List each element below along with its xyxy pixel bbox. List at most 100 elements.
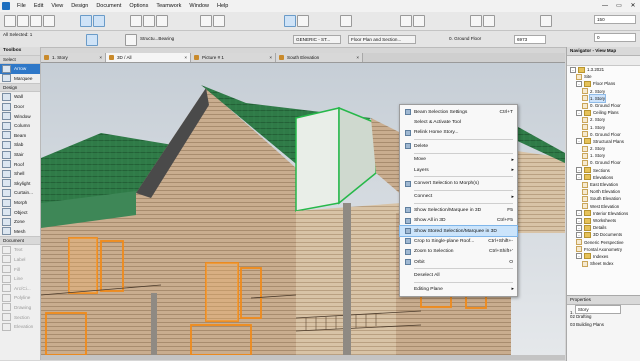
menu-item-delete[interactable]: Delete bbox=[400, 141, 517, 151]
menu-item-show-all-in-3d[interactable]: Show All in 3D Ctrl+F5 bbox=[400, 216, 517, 226]
grid-snap-icon[interactable] bbox=[200, 15, 212, 27]
zoom-out-icon[interactable] bbox=[483, 15, 495, 27]
tree-item-elevations[interactable]: − Elevations bbox=[567, 174, 640, 181]
tool-wall[interactable]: Wall bbox=[0, 92, 40, 102]
collapse-toggle-icon[interactable]: − bbox=[570, 66, 576, 73]
tool-label[interactable]: Label bbox=[0, 255, 40, 265]
menu-file[interactable]: File bbox=[13, 0, 30, 12]
tool-fill[interactable]: Fill bbox=[0, 264, 40, 274]
render-icon[interactable] bbox=[400, 15, 412, 27]
value-top-field[interactable]: 150 bbox=[594, 15, 636, 24]
close-tab-icon[interactable]: × bbox=[95, 53, 102, 62]
tool-elevation[interactable]: Elevation bbox=[0, 322, 40, 332]
tree-item-interior-elevations[interactable]: − Interior Elevations bbox=[567, 210, 640, 217]
tree-item-structural-plans[interactable]: − Structural Plans bbox=[567, 138, 640, 145]
publish-icon[interactable] bbox=[413, 15, 425, 27]
menu-item-show-selection-marquee-in-3d[interactable]: Show Selection/Marquee in 3D F5 bbox=[400, 205, 517, 215]
tree-item-sheet-index[interactable]: Sheet Index bbox=[567, 260, 640, 267]
menu-window[interactable]: Window bbox=[185, 0, 213, 12]
tree-item-frontal-axonometry[interactable]: Frontal Axonometry bbox=[567, 246, 640, 253]
menu-document[interactable]: Document bbox=[92, 0, 125, 12]
collapse-toggle-icon[interactable]: − bbox=[576, 109, 582, 116]
tool-curtain[interactable]: Curtain... bbox=[0, 188, 40, 198]
property-row[interactable]: 02 Drafting bbox=[567, 313, 640, 321]
menu-item-show-stored-selection-marquee-in-3d[interactable]: Show Stored Selection/Marquee in 3D bbox=[399, 224, 518, 238]
toolbox-document-section[interactable]: Document bbox=[0, 236, 40, 246]
tree-item-0-ground-floor[interactable]: 0. Ground Floor bbox=[567, 102, 640, 109]
toolbox-select-section[interactable]: Select bbox=[0, 55, 40, 64]
tree-item-ceiling-plans[interactable]: − Ceiling Plans bbox=[567, 109, 640, 116]
gravity-icon[interactable] bbox=[284, 15, 296, 27]
tool-line[interactable]: Line bbox=[0, 274, 40, 284]
tool-shell[interactable]: Shell bbox=[0, 169, 40, 179]
menu-item-crop-to-single-plane-roof[interactable]: Crop to Single-plane Roof... Ctrl+Shift+- bbox=[400, 236, 517, 246]
tool-door[interactable]: Door bbox=[0, 102, 40, 112]
tool-object[interactable]: Object bbox=[0, 207, 40, 217]
3d-window-icon[interactable] bbox=[93, 15, 105, 27]
menu-options[interactable]: Options bbox=[125, 0, 152, 12]
tree-item-1-story[interactable]: 1. Story bbox=[567, 152, 640, 159]
tab-picture-1[interactable]: Picture # 1 × bbox=[191, 53, 276, 62]
menu-item-convert-selection-to-morph-s[interactable]: Convert Selection to Morph(s) bbox=[400, 178, 517, 188]
tree-item-sections[interactable]: − Sections bbox=[567, 167, 640, 174]
tree-item-2-story[interactable]: 2. Story bbox=[567, 88, 640, 95]
zoom-in-icon[interactable] bbox=[470, 15, 482, 27]
tool-text[interactable]: Text bbox=[0, 245, 40, 255]
tree-item-west-elevation[interactable]: West Elevation bbox=[567, 203, 640, 210]
menu-item-layers[interactable]: Layers ▸ bbox=[400, 165, 517, 175]
collapse-toggle-icon[interactable]: − bbox=[576, 224, 582, 231]
guide-lines-icon[interactable] bbox=[213, 15, 225, 27]
menu-item-editing-plane[interactable]: Editing Plane ▸ bbox=[400, 284, 517, 294]
tree-item-east-elevation[interactable]: East Elevation bbox=[567, 181, 640, 188]
collapse-toggle-icon[interactable]: − bbox=[576, 80, 582, 87]
tree-item-2-story[interactable]: 2. Story bbox=[567, 116, 640, 123]
tree-item-0-ground-floor[interactable]: 0. Ground Floor bbox=[567, 131, 640, 138]
layers-icon[interactable] bbox=[143, 15, 155, 27]
tool-arc-ci[interactable]: Arc/Ci... bbox=[0, 283, 40, 293]
tab-1-story[interactable]: 1. Story × bbox=[41, 53, 106, 62]
structure-dropdown[interactable]: Structu...Bearing bbox=[138, 35, 192, 42]
beam-structure-icon[interactable] bbox=[125, 34, 137, 46]
geometry-method-icon[interactable] bbox=[86, 34, 98, 46]
collapse-toggle-icon[interactable]: − bbox=[576, 138, 582, 145]
tree-item-south-elevation[interactable]: South Elevation bbox=[567, 195, 640, 202]
menu-item-orbit[interactable]: Orbit O bbox=[400, 257, 517, 267]
close-tab-icon[interactable]: × bbox=[180, 53, 187, 62]
building-material-dropdown[interactable]: GENERIC - ST... bbox=[293, 35, 341, 44]
tree-item-north-elevation[interactable]: North Elevation bbox=[567, 188, 640, 195]
tool-zone[interactable]: Zone bbox=[0, 217, 40, 227]
value-bottom-field[interactable]: 0 bbox=[594, 33, 636, 42]
tree-item-0-ground-floor[interactable]: 0. Ground Floor bbox=[567, 159, 640, 167]
tool-column[interactable]: Column bbox=[0, 121, 40, 131]
tree-item-details[interactable]: − Details bbox=[567, 224, 640, 231]
close-tab-icon[interactable]: × bbox=[352, 53, 359, 62]
close-window-button[interactable]: ✕ bbox=[626, 0, 640, 12]
tree-item-indexes[interactable]: − Indexes bbox=[567, 253, 640, 260]
trace-icon[interactable] bbox=[297, 15, 309, 27]
tree-item-floor-plans[interactable]: − Floor Plans bbox=[567, 80, 640, 87]
collapse-toggle-icon[interactable]: − bbox=[576, 167, 582, 174]
home-story-field[interactable]: 0. Ground Floor bbox=[447, 35, 487, 42]
floor-plan-icon[interactable] bbox=[80, 15, 92, 27]
tool-section[interactable]: Section bbox=[0, 312, 40, 322]
menu-item-deselect-all[interactable]: Deselect All bbox=[400, 270, 517, 280]
menu-item-beam-selection-settings[interactable]: Beam Selection Settings Ctrl+T bbox=[400, 107, 517, 117]
tool-mesh[interactable]: Mesh bbox=[0, 227, 40, 237]
collapse-toggle-icon[interactable]: − bbox=[576, 217, 582, 224]
maximize-button[interactable]: ▭ bbox=[612, 0, 626, 12]
tree-item-2-story[interactable]: 2. Story bbox=[567, 145, 640, 152]
collapse-toggle-icon[interactable]: − bbox=[576, 231, 582, 238]
tab-south-elevation[interactable]: South Elevation × bbox=[276, 53, 363, 62]
menu-help[interactable]: Help bbox=[213, 0, 232, 12]
redo-icon[interactable] bbox=[43, 15, 55, 27]
tool-window[interactable]: Window bbox=[0, 111, 40, 121]
tab-3d-all[interactable]: 3D / All × bbox=[106, 53, 191, 62]
collapse-toggle-icon[interactable]: − bbox=[576, 253, 582, 260]
tree-item-1-story[interactable]: 1. Story bbox=[567, 124, 640, 131]
menu-item-connect[interactable]: Connect ▸ bbox=[400, 192, 517, 202]
menu-item-relink-home-story[interactable]: Relink Home Story... bbox=[400, 128, 517, 138]
tool-beam[interactable]: Beam bbox=[0, 131, 40, 141]
save-icon[interactable] bbox=[17, 15, 29, 27]
property-row[interactable]: 03 Building Plans bbox=[567, 321, 640, 329]
undo-icon[interactable] bbox=[30, 15, 42, 27]
